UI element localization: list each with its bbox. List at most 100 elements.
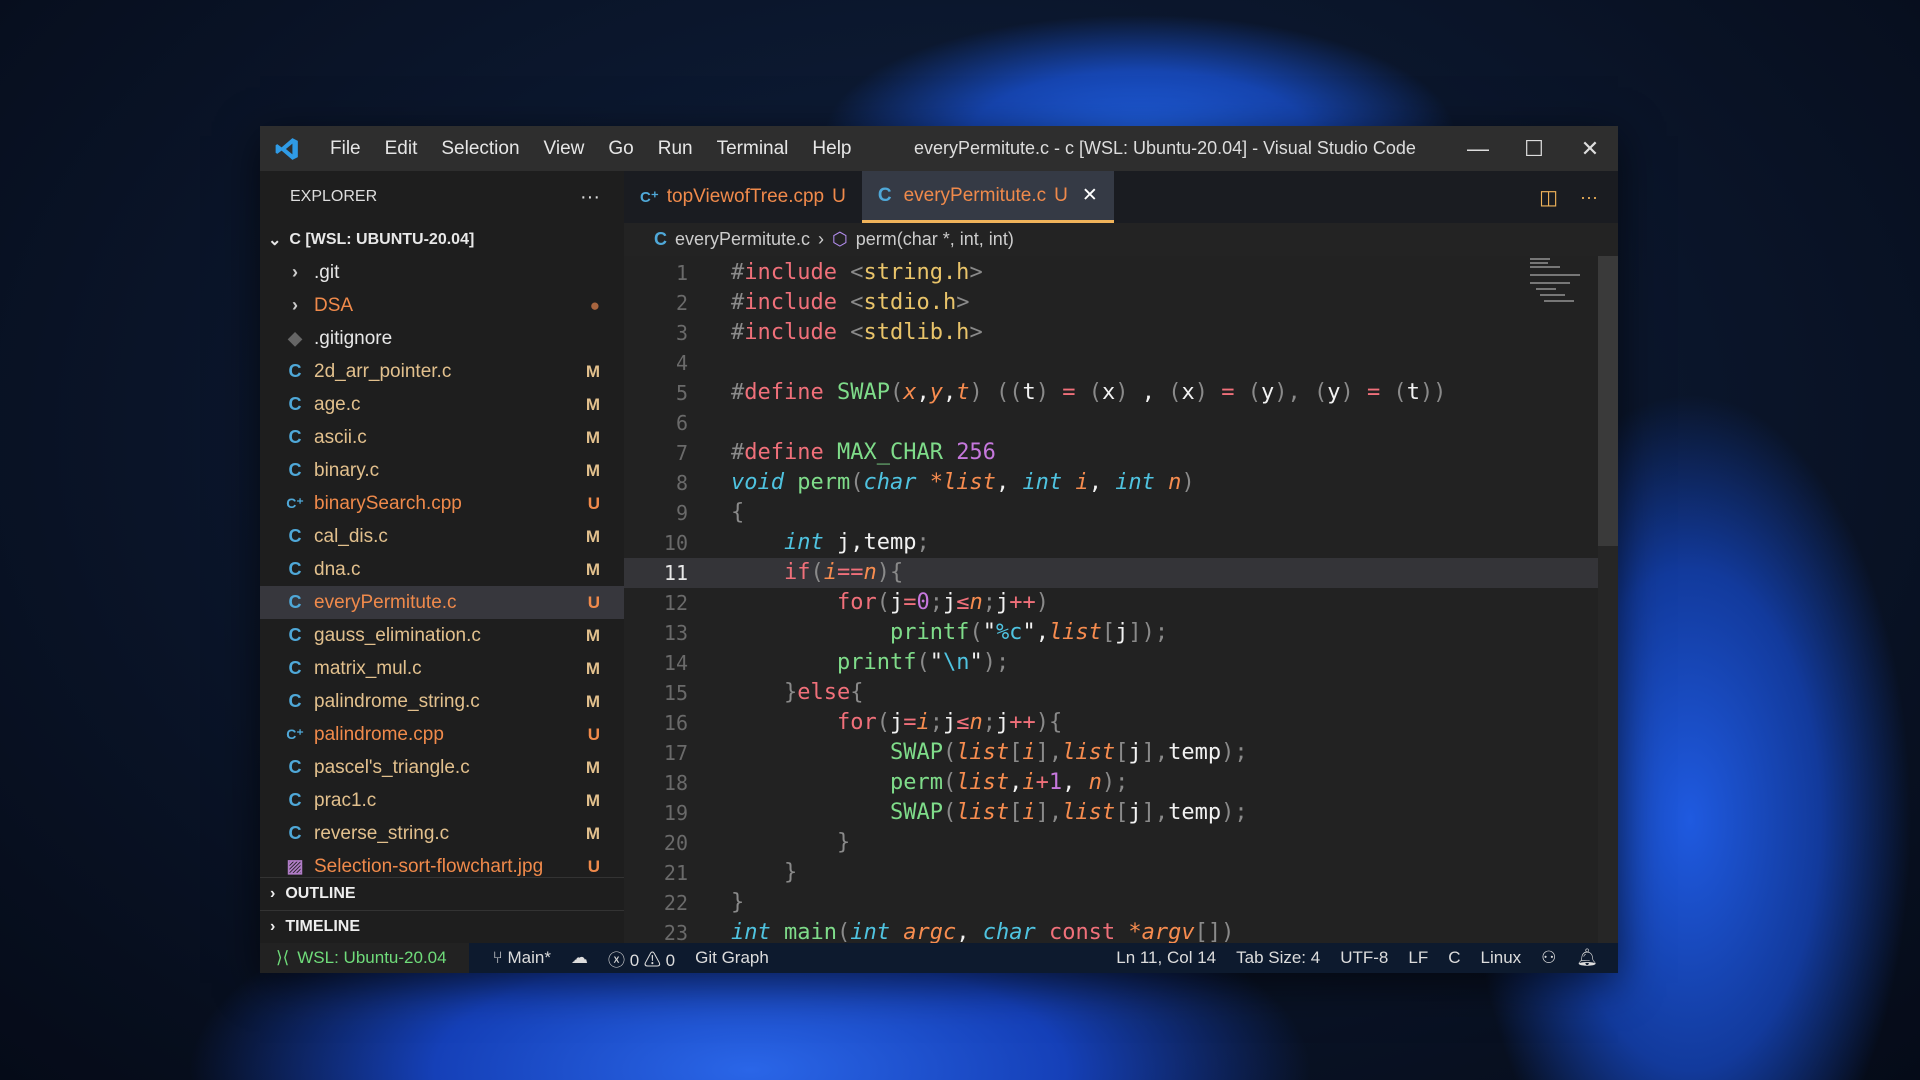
code-line[interactable]: 1 #include <string.h>: [624, 258, 1618, 288]
close-button[interactable]: ✕: [1562, 126, 1618, 171]
code-token: if: [783, 560, 811, 585]
menu-help[interactable]: Help: [800, 138, 863, 160]
workspace-root[interactable]: ⌄ C [WSL: UBUNTU-20.04]: [260, 223, 624, 256]
code-text: SWAP(list[i],list[j],temp);: [731, 738, 1248, 768]
notifications-bell-icon[interactable]: 🔔︎: [1566, 948, 1608, 968]
code-token: list: [1062, 740, 1116, 765]
file-item[interactable]: C⁺ palindrome.cpp U: [260, 718, 624, 751]
code-line[interactable]: 19 SWAP(list[i],list[j],temp);: [624, 798, 1618, 828]
more-actions-icon[interactable]: ···: [580, 186, 600, 209]
code-line[interactable]: 2 #include <stdio.h>: [624, 288, 1618, 318]
language-mode[interactable]: C: [1438, 948, 1470, 968]
tab-everypermitute[interactable]: CeveryPermitute.c U ✕: [861, 171, 1114, 223]
menu-run[interactable]: Run: [646, 138, 705, 160]
git-graph-button[interactable]: Git Graph: [685, 948, 779, 968]
vertical-scrollbar[interactable]: [1598, 256, 1618, 943]
code-line[interactable]: 17 SWAP(list[i],list[j],temp);: [624, 738, 1618, 768]
close-tab-icon[interactable]: ✕: [1082, 184, 1098, 207]
code-text: int main(int argc, char const *argv[]): [731, 918, 1234, 943]
file-item[interactable]: Cprac1.c M: [260, 784, 624, 817]
breadcrumb-file[interactable]: everyPermitute.c: [675, 229, 810, 250]
code-token: =: [903, 710, 917, 735]
line-number: 11: [663, 561, 688, 585]
code-line[interactable]: 9{: [624, 498, 1618, 528]
encoding[interactable]: UTF-8: [1330, 948, 1398, 968]
git-status-badge: ●: [589, 295, 600, 315]
git-status-badge: U: [587, 592, 600, 612]
code-line[interactable]: 15 }else{: [624, 678, 1618, 708]
file-item[interactable]: Cmatrix_mul.c M: [260, 652, 624, 685]
file-item[interactable]: Cbinary.c M: [260, 454, 624, 487]
file-item[interactable]: Cascii.c M: [260, 421, 624, 454]
code-line[interactable]: 11 if(i==n){: [624, 558, 1618, 588]
file-item[interactable]: Cpalindrome_string.c M: [260, 685, 624, 718]
file-item[interactable]: Cgauss_elimination.c M: [260, 619, 624, 652]
git-status-badge: M: [585, 526, 600, 546]
code-line[interactable]: 8 void perm(char *list, int i, int n): [624, 468, 1618, 498]
code-token: ;: [982, 710, 996, 735]
file-item[interactable]: Cage.c M: [260, 388, 624, 421]
remote-indicator[interactable]: ⟩⟨ WSL: Ubuntu-20.04: [260, 943, 469, 973]
code-line[interactable]: 10 int j,temp;: [624, 528, 1618, 558]
file-item[interactable]: Creverse_string.c M: [260, 817, 624, 850]
outline-section[interactable]: › OUTLINE: [260, 877, 624, 910]
scrollbar-thumb[interactable]: [1598, 256, 1618, 546]
tab-size[interactable]: Tab Size: 4: [1226, 948, 1330, 968]
code-token: i: [1022, 800, 1036, 825]
menu-file[interactable]: File: [318, 138, 373, 160]
minimap[interactable]: [1528, 256, 1598, 316]
file-item[interactable]: ▨ Selection-sort-flowchart.jpg U: [260, 850, 624, 877]
breadcrumb-symbol[interactable]: perm(char *, int, int): [856, 229, 1014, 250]
tab-topviewoftree[interactable]: C⁺ topViewofTree.cpp U: [624, 171, 862, 223]
git-status-badge: M: [585, 691, 600, 711]
file-item[interactable]: › .git: [260, 256, 624, 289]
problems-indicator[interactable]: ⓧ 0 ⚠ 0: [598, 946, 685, 971]
code-line[interactable]: 6: [624, 408, 1618, 438]
code-token: i: [1022, 770, 1036, 795]
code-token: 1: [1048, 770, 1063, 795]
sync-icon[interactable]: ☁: [561, 948, 598, 968]
end-of-line[interactable]: LF: [1398, 948, 1438, 968]
file-item[interactable]: › DSA ●: [260, 289, 624, 322]
feedback-icon[interactable]: ⚇: [1531, 948, 1566, 968]
code-line[interactable]: 4: [624, 348, 1618, 378]
file-item[interactable]: ◆ .gitignore: [260, 322, 624, 355]
editor-more-actions-icon[interactable]: ···: [1580, 187, 1598, 208]
maximize-button[interactable]: ☐: [1506, 126, 1562, 171]
code-line[interactable]: 16 for(j=i;j≤n;j++){: [624, 708, 1618, 738]
code-line[interactable]: 21 }: [624, 858, 1618, 888]
file-item[interactable]: Cdna.c M: [260, 553, 624, 586]
split-editor-icon[interactable]: ◫: [1539, 185, 1558, 210]
menu-go[interactable]: Go: [596, 138, 645, 160]
code-line[interactable]: 23 int main(int argc, char const *argv[]): [624, 918, 1618, 943]
code-line[interactable]: 12 for(j=0;j≤n;j++): [624, 588, 1618, 618]
code-editor[interactable]: 1 #include <string.h> 2 #include <stdio.h> 3…: [624, 256, 1618, 943]
os-indicator[interactable]: Linux: [1471, 948, 1532, 968]
menu-selection[interactable]: Selection: [429, 138, 531, 160]
branch-indicator[interactable]: ⑂ Main*: [483, 948, 561, 968]
code-token: ): [982, 650, 996, 675]
timeline-section[interactable]: › TIMELINE: [260, 910, 624, 943]
file-item[interactable]: Ccal_dis.c M: [260, 520, 624, 553]
menu-edit[interactable]: Edit: [373, 138, 430, 160]
code-line[interactable]: 14 printf("\n");: [624, 648, 1618, 678]
code-line[interactable]: 18 perm(list,i+1, n);: [624, 768, 1618, 798]
code-token: x: [1181, 380, 1195, 405]
menu-terminal[interactable]: Terminal: [705, 138, 801, 160]
file-item[interactable]: Cpascel's_triangle.c M: [260, 751, 624, 784]
cursor-position[interactable]: Ln 11, Col 14: [1106, 948, 1226, 968]
file-item[interactable]: C⁺ binarySearch.cpp U: [260, 487, 624, 520]
code-line[interactable]: 20 }: [624, 828, 1618, 858]
menu-view[interactable]: View: [532, 138, 597, 160]
code-line[interactable]: 7 #define MAX_CHAR 256: [624, 438, 1618, 468]
code-token: }: [731, 890, 745, 915]
code-token: #: [731, 290, 745, 315]
minimize-button[interactable]: —: [1450, 126, 1506, 171]
code-line[interactable]: 13 printf("%c",list[j]);: [624, 618, 1618, 648]
file-item[interactable]: C 2d_arr_pointer.c M: [260, 355, 624, 388]
code-line[interactable]: 3 #include <stdlib.h>: [624, 318, 1618, 348]
file-item[interactable]: CeveryPermitute.c U: [260, 586, 624, 619]
code-token: >: [969, 260, 983, 285]
code-line[interactable]: 22}: [624, 888, 1618, 918]
code-line[interactable]: 5 #define SWAP(x,y,t) ((t) = (x) , (x) = …: [624, 378, 1618, 408]
